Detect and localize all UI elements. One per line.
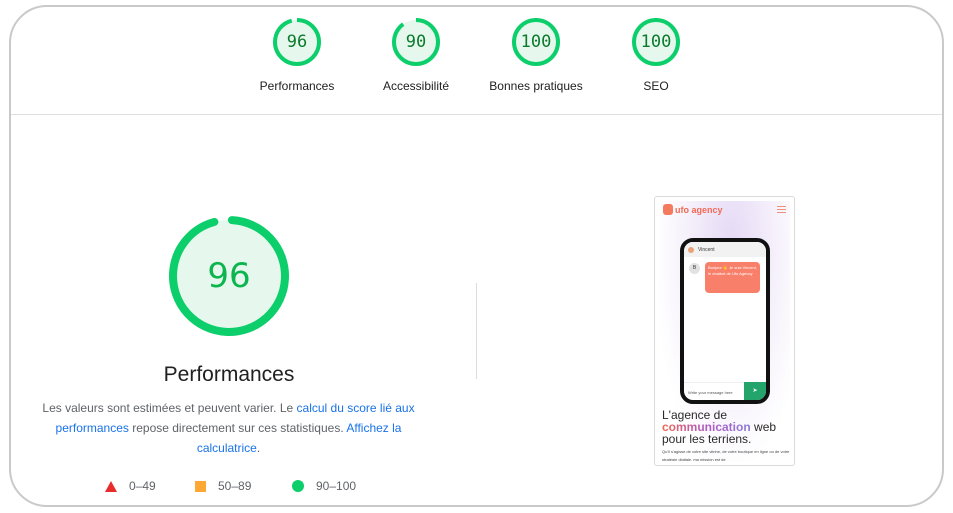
legend-range: 90–100	[316, 479, 357, 493]
description-text: .	[256, 441, 261, 455]
category-summary-bar: 96 Performances 90 Accessibilité 100 Bon…	[11, 7, 942, 115]
square-icon	[195, 480, 206, 492]
site-logo: ufo agency	[663, 204, 723, 215]
performance-gauge-large: 96	[167, 214, 291, 338]
gauge-ring: 100	[511, 17, 561, 67]
score-legend: 0–49 50–89 90–100	[11, 479, 451, 495]
send-icon: ➤	[744, 382, 766, 400]
gauge-score: 100	[640, 32, 672, 52]
gauge-label: SEO	[643, 79, 669, 93]
thumbnail-page: ufo agency Vincent B Bonjour 👋 Je suis V…	[659, 201, 790, 461]
gauge-ring: 90	[391, 17, 441, 67]
legend-average: 50–89	[195, 479, 251, 493]
vertical-divider	[476, 283, 477, 379]
legend-range: 50–89	[218, 479, 252, 493]
chatbot-avatar-icon	[688, 246, 694, 253]
gauge-label: Performances	[259, 79, 335, 93]
phone-mockup: Vincent B Bonjour 👋 Je suis Vincent, le …	[680, 238, 770, 404]
gauge-performance[interactable]: 96 Performances	[237, 17, 357, 93]
gauge-label: Bonnes pratiques	[489, 79, 583, 93]
performance-score: 96	[207, 256, 251, 296]
legend-pass: 90–100	[292, 479, 356, 493]
site-body-text: Qu'il s'agisse de votre site vitrine, de…	[662, 449, 790, 461]
gauge-best-practices[interactable]: 100 Bonnes pratiques	[476, 17, 596, 93]
chat-name: Vincent	[698, 246, 715, 253]
triangle-icon	[105, 480, 117, 492]
description-text: repose directement sur ces statistiques.	[128, 421, 347, 435]
gauge-score: 90	[405, 32, 427, 52]
legend-fail: 0–49	[105, 479, 156, 493]
legend-range: 0–49	[129, 479, 156, 493]
gauge-score: 100	[520, 32, 552, 52]
ufo-logo-icon	[663, 204, 673, 215]
gauge-score: 96	[286, 32, 308, 52]
gauge-seo[interactable]: 100 SEO	[596, 17, 716, 93]
report-frame: 96 Performances 90 Accessibilité 100 Bon…	[9, 5, 944, 507]
gauge-accessibility[interactable]: 90 Accessibilité	[356, 17, 476, 93]
description-text: Les valeurs sont estimées et peuvent var…	[42, 401, 297, 415]
logo-text: ufo agency	[675, 204, 723, 215]
headline-line-3: pour les terriens.	[662, 432, 752, 446]
gauge-ring: 96	[272, 17, 322, 67]
headline-line-2: web	[750, 420, 777, 434]
final-screenshot-thumbnail[interactable]: ufo agency Vincent B Bonjour 👋 Je suis V…	[654, 196, 795, 466]
site-headline: L'agence de communication web pour les t…	[662, 409, 790, 445]
chat-bubble: Bonjour 👋 Je suis Vincent, le chatbot de…	[705, 262, 760, 293]
bubble-avatar: B	[689, 263, 700, 274]
circle-icon	[292, 480, 304, 492]
performance-title: Performances	[163, 363, 295, 386]
gauge-ring: 100	[631, 17, 681, 67]
gauge-label: Accessibilité	[382, 79, 450, 93]
hamburger-menu-icon	[777, 206, 786, 215]
performance-description: Les valeurs sont estimées et peuvent var…	[36, 398, 421, 458]
chat-header: Vincent	[684, 242, 766, 257]
